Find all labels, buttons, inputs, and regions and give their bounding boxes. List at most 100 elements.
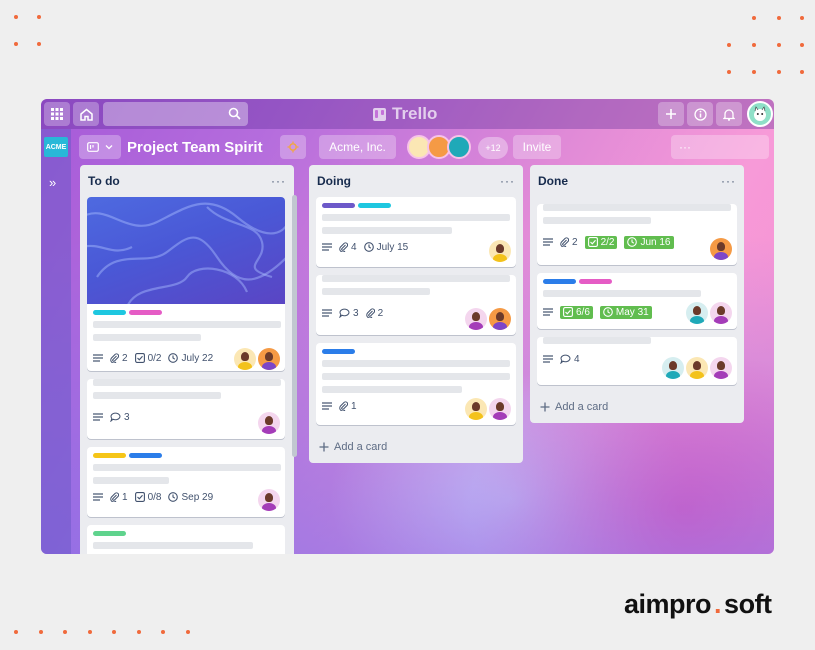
card-title-placeholder [93, 379, 281, 386]
workspace-button[interactable]: Acme, Inc. [319, 135, 396, 159]
member-avatar[interactable] [447, 135, 471, 159]
card[interactable]: 2 0/2 July 22 [87, 197, 285, 371]
card-labels [537, 273, 737, 284]
member-avatar[interactable] [258, 489, 280, 511]
list-done: Done ··· 2 2/2 Jun 16 6/6 May 31 4 Add a… [530, 165, 744, 423]
home-icon[interactable] [73, 102, 99, 126]
decorative-dot [136, 630, 141, 634]
decorative-dot [777, 70, 781, 74]
board-view-switcher[interactable] [79, 135, 121, 159]
member-avatar[interactable] [662, 357, 684, 379]
decorative-dot [87, 630, 92, 634]
attachment-count: 2 [572, 236, 578, 248]
member-avatar[interactable] [686, 357, 708, 379]
bell-icon[interactable] [716, 102, 742, 126]
attachment-count: 1 [351, 400, 357, 412]
plus-icon[interactable] [658, 102, 684, 126]
decorative-dot [727, 43, 731, 47]
description-icon [93, 493, 103, 501]
card-badges: 4 July 15 [316, 234, 516, 260]
board-title[interactable]: Project Team Spirit [127, 139, 263, 156]
card-title-placeholder [322, 275, 510, 282]
comment-count: 3 [124, 411, 130, 423]
star-board-button[interactable] [280, 135, 306, 159]
card[interactable]: 3 [87, 379, 285, 439]
label-cyan [358, 203, 391, 208]
card-title-placeholder [322, 386, 462, 393]
board-menu-button[interactable]: ··· [671, 135, 769, 159]
member-avatar[interactable] [258, 348, 280, 370]
description-icon [322, 309, 332, 317]
member-avatar[interactable] [234, 348, 256, 370]
card-title-placeholder [543, 204, 731, 211]
plus-icon [319, 442, 329, 452]
list-scrollbar[interactable] [292, 195, 297, 457]
due-date: Sep 29 [181, 491, 214, 503]
trello-window: Trello ACME » Project Team Spirit Acme, … [41, 99, 774, 554]
add-card-button[interactable]: Add a card [530, 393, 744, 423]
member-avatar[interactable] [686, 302, 708, 324]
member-avatar[interactable] [465, 308, 487, 330]
invite-button[interactable]: Invite [513, 135, 561, 159]
workspace-logo[interactable]: ACME [44, 137, 68, 157]
description-icon [322, 243, 332, 251]
card[interactable]: 2 2/2 Jun 16 [537, 204, 737, 265]
user-avatar[interactable] [747, 101, 773, 127]
list-menu-button[interactable]: ··· [500, 174, 515, 188]
more-members-badge[interactable]: +12 [478, 137, 508, 159]
card[interactable]: 6/6 May 31 [537, 273, 737, 329]
plus-icon [540, 402, 550, 412]
decorative-dot [752, 70, 756, 74]
member-avatar[interactable] [710, 357, 732, 379]
list-title[interactable]: To do [88, 174, 120, 188]
checklist-progress: 6/6 [576, 306, 590, 318]
member-avatar[interactable] [489, 240, 511, 262]
card[interactable]: 4 July 15 [316, 197, 516, 267]
apps-grid-icon[interactable] [44, 102, 70, 126]
decorative-dot [185, 630, 190, 634]
list-menu-button[interactable]: ··· [271, 174, 286, 188]
member-avatar[interactable] [465, 398, 487, 420]
attachment-count: 2 [122, 352, 128, 364]
member-avatar[interactable] [710, 302, 732, 324]
member-avatar[interactable] [489, 398, 511, 420]
card[interactable] [87, 525, 285, 554]
board-members[interactable] [407, 135, 471, 161]
attachment-count: 2 [377, 307, 384, 319]
trello-board-icon [373, 107, 386, 121]
list-menu-button[interactable]: ··· [721, 174, 736, 188]
add-card-button[interactable]: Add a card [309, 433, 523, 463]
comment-icon [339, 308, 350, 318]
list-doing: Doing ··· 4 July 15 3 2 1 Add a card [309, 165, 523, 463]
card-cover-image [87, 197, 285, 304]
star-icon [287, 141, 299, 153]
logo-left: aimpro [624, 589, 712, 619]
list-title[interactable]: Doing [317, 174, 351, 188]
card[interactable]: 1 0/8 Sep 29 [87, 447, 285, 517]
card[interactable]: 1 [316, 343, 516, 425]
attachment-icon [110, 492, 119, 502]
card-title-placeholder [543, 337, 651, 344]
card[interactable]: 4 [537, 337, 737, 385]
brand-name: Trello [392, 104, 438, 123]
member-avatar[interactable] [489, 308, 511, 330]
trello-logo[interactable]: Trello [373, 102, 437, 126]
expand-sidebar-icon[interactable]: » [49, 175, 56, 190]
decorative-dot [727, 70, 731, 74]
label-pink [579, 279, 612, 284]
add-card-label: Add a card [555, 401, 609, 413]
search-input[interactable] [103, 102, 248, 126]
card-title-placeholder [93, 334, 201, 341]
member-avatar[interactable] [710, 238, 732, 260]
member-avatar[interactable] [258, 412, 280, 434]
attachment-icon [365, 308, 375, 318]
decorative-dot [161, 630, 165, 634]
attachment-icon [339, 401, 348, 411]
description-icon [93, 413, 103, 421]
info-icon[interactable] [687, 102, 713, 126]
logo-right: soft [724, 589, 772, 619]
card[interactable]: 3 2 [316, 275, 516, 335]
label-blue [543, 279, 576, 284]
list-title[interactable]: Done [538, 174, 568, 188]
card-badges: 3 [87, 404, 285, 430]
